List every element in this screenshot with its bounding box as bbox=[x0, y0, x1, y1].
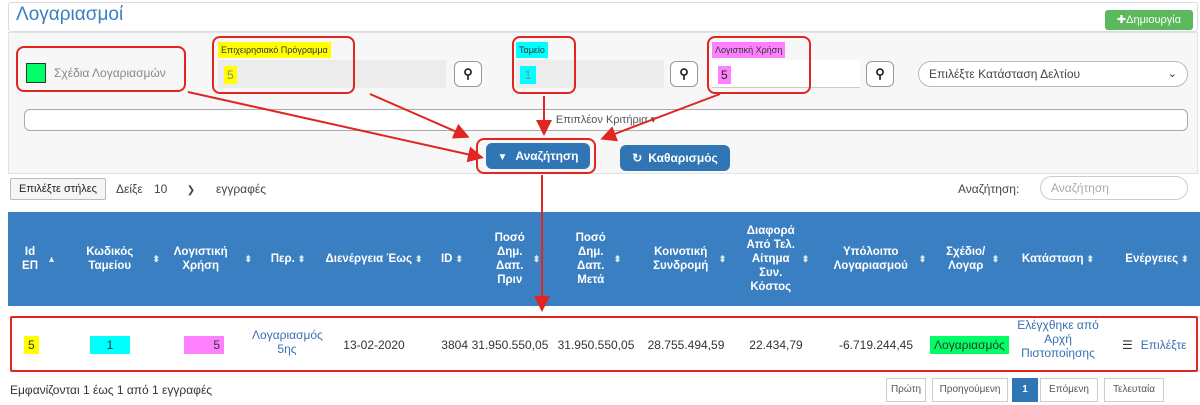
arrow-plans bbox=[187, 91, 484, 163]
pager-previous[interactable]: Προηγούμενη bbox=[932, 378, 1008, 402]
pager-next[interactable]: Επόμενη bbox=[1040, 378, 1098, 402]
pager-last[interactable]: Τελευταία bbox=[1104, 378, 1164, 402]
arrow-year bbox=[600, 93, 721, 142]
annotation-arrows bbox=[187, 91, 721, 312]
pager-page-1[interactable]: 1 bbox=[1012, 378, 1038, 402]
arrow-program bbox=[369, 93, 470, 139]
pager-first[interactable]: Πρώτη bbox=[886, 378, 926, 402]
table-info: Εμφανίζονται 1 έως 1 από 1 εγγραφές bbox=[10, 383, 213, 397]
